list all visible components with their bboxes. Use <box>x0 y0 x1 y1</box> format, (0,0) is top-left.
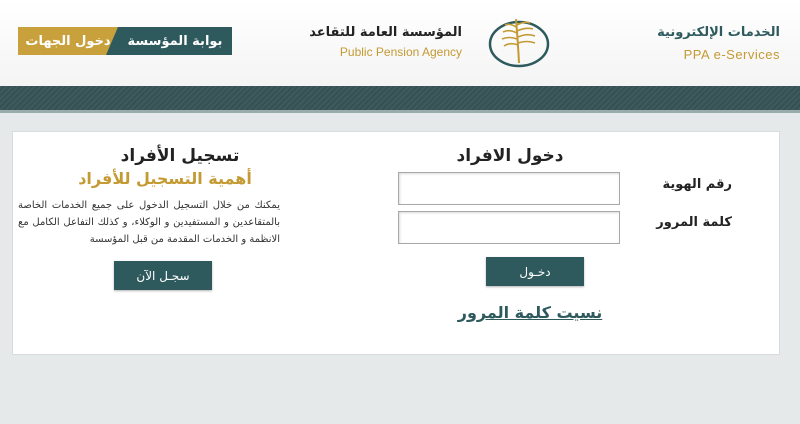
header: دخول الجهات بوابة المؤسسة المؤسسة العامة… <box>0 0 800 86</box>
register-title: تسجيل الأفراد <box>120 146 240 166</box>
login-button[interactable]: دخـول <box>486 257 584 286</box>
entities-login-button[interactable]: دخول الجهات <box>18 27 118 55</box>
id-label: رقم الهوية <box>662 177 732 192</box>
header-band <box>0 86 800 110</box>
password-input[interactable] <box>398 211 620 244</box>
id-number-input[interactable] <box>398 172 620 205</box>
password-label: كلمة المرور <box>656 215 732 230</box>
eservices-title-arabic: الخدمات الإلكترونية <box>657 25 780 40</box>
portal-button[interactable]: بوابة المؤسسة <box>106 27 232 55</box>
header-band-line <box>0 110 800 113</box>
eservices-title-english: PPA e-Services <box>683 47 780 62</box>
portal-nav: دخول الجهات بوابة المؤسسة <box>18 27 232 55</box>
palm-leaf-logo-icon <box>488 18 550 68</box>
login-title: دخول الافراد <box>456 146 564 166</box>
agency-name-english: Public Pension Agency <box>339 45 462 59</box>
register-subtitle: أهمية التسجيل للأفراد <box>78 169 252 188</box>
agency-name-arabic: المؤسسة العامة للتقاعد <box>309 25 462 40</box>
register-description: يمكنك من خلال التسجيل الدخول على جميع ال… <box>18 200 280 245</box>
forgot-password-link[interactable]: نسيت كلمة المرور <box>420 303 640 322</box>
register-now-button[interactable]: سجـل الآن <box>114 261 212 290</box>
